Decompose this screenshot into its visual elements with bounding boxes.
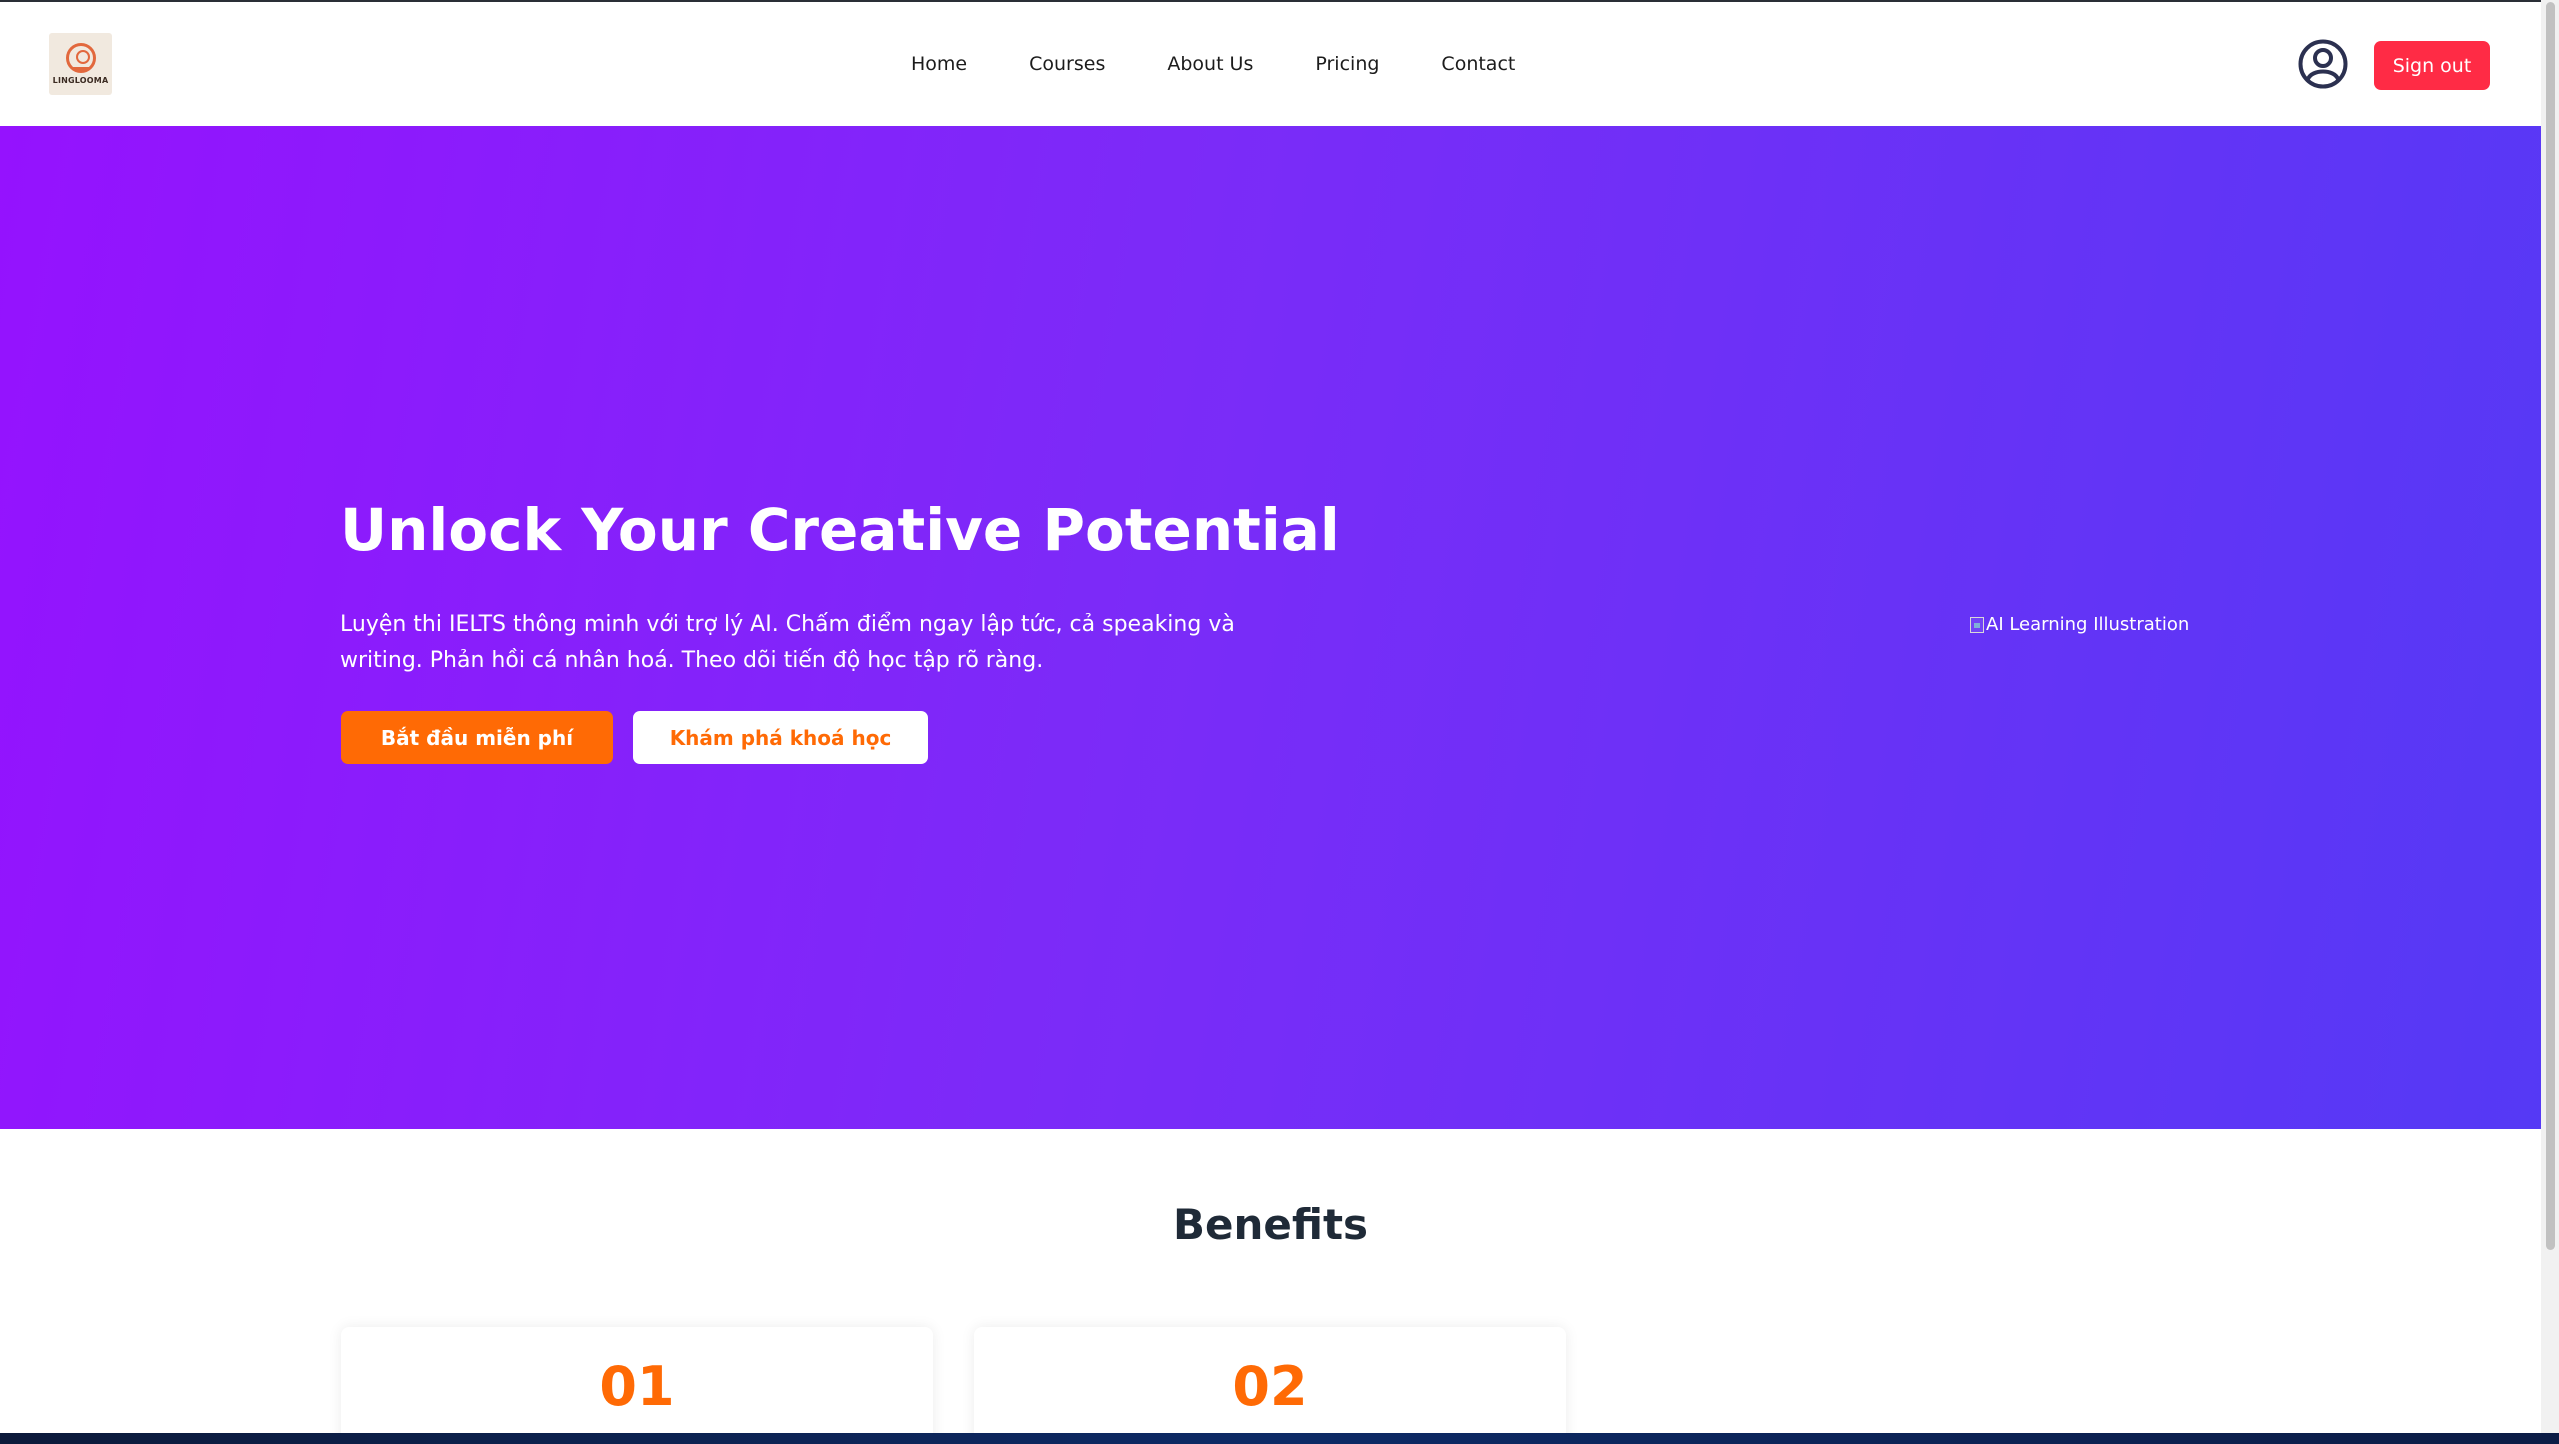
main-nav: Home Courses About Us Pricing Contact — [880, 42, 1546, 86]
broken-image-icon — [1970, 616, 1984, 633]
explore-courses-button[interactable]: Khám phá khoá học — [633, 711, 928, 764]
logo[interactable]: LINGLOOMA — [49, 33, 112, 95]
browser-viewport: LINGLOOMA Home Courses About Us Pricing … — [0, 0, 2541, 1433]
hero-illustration-alt: AI Learning Illustration — [1986, 614, 2190, 635]
benefits-title: Benefits — [1172, 1200, 1369, 1249]
user-avatar-icon[interactable] — [2298, 39, 2348, 89]
sign-out-button[interactable]: Sign out — [2374, 41, 2490, 90]
nav-link-home[interactable]: Home — [911, 53, 967, 75]
nav-link-courses[interactable]: Courses — [1029, 53, 1105, 75]
os-taskbar — [0, 1433, 2559, 1444]
benefit-card-number: 01 — [599, 1355, 675, 1418]
benefit-card: 01 — [341, 1327, 933, 1433]
vertical-scrollbar[interactable] — [2541, 0, 2559, 1433]
scrollbar-thumb[interactable] — [2546, 2, 2555, 1250]
benefit-card: 02 — [974, 1327, 1566, 1433]
nav-link-about-us[interactable]: About Us — [1167, 53, 1253, 75]
nav-link-contact[interactable]: Contact — [1441, 53, 1515, 75]
logo-icon — [65, 43, 96, 73]
start-free-button[interactable]: Bắt đầu miễn phí — [341, 711, 613, 764]
hero-description: Luyện thi IELTS thông minh với trợ lý AI… — [340, 612, 1235, 673]
hero-title: Unlock Your Creative Potential — [340, 496, 1340, 564]
nav-link-pricing[interactable]: Pricing — [1315, 53, 1379, 75]
hero-section: Unlock Your Creative Potential Luyện thi… — [0, 126, 2541, 1129]
benefit-card-number: 02 — [1232, 1355, 1308, 1418]
navbar: LINGLOOMA Home Courses About Us Pricing … — [0, 2, 2541, 126]
hero-illustration: AI Learning Illustration — [1970, 614, 2189, 635]
logo-text: LINGLOOMA — [52, 76, 109, 85]
